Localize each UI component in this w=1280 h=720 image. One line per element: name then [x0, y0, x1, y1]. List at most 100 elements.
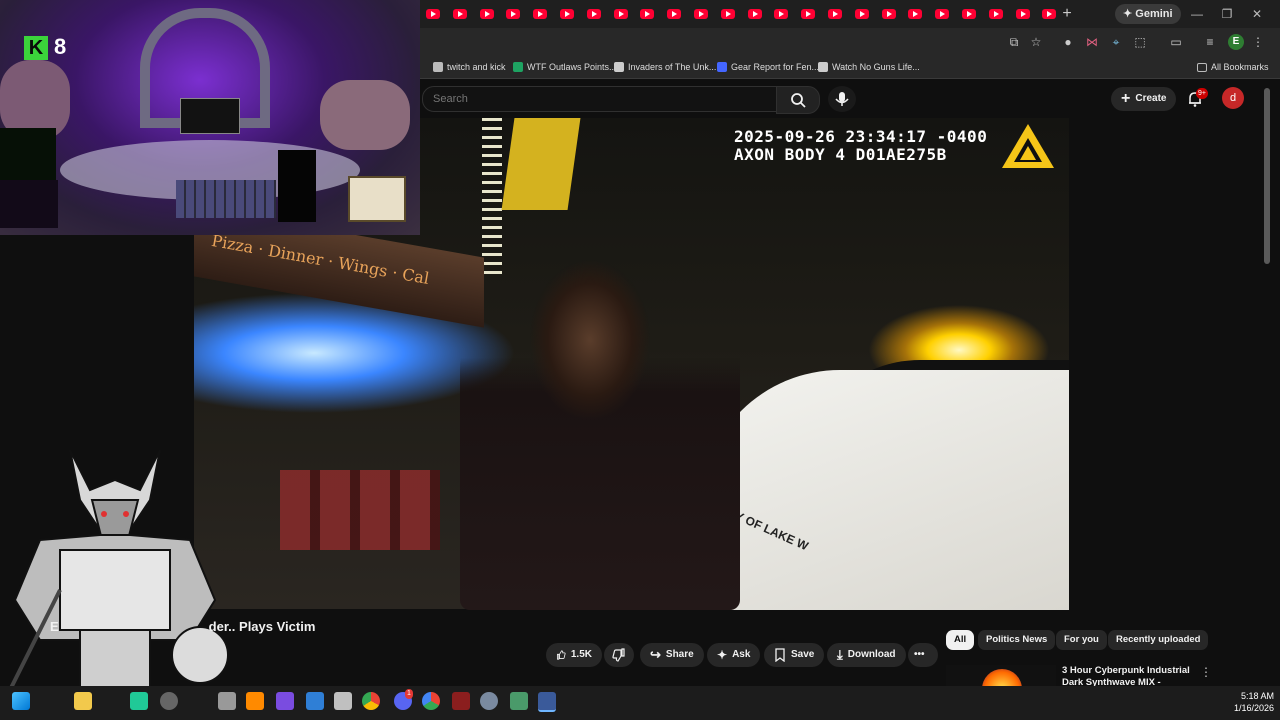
recommendation-menu-icon[interactable]: ⋮ — [1200, 665, 1212, 679]
voice-search-button[interactable] — [828, 86, 856, 112]
gemini-icon: ✦ — [1123, 8, 1133, 20]
page-scrollbar[interactable] — [1264, 88, 1270, 264]
new-tab-button[interactable]: + — [1058, 4, 1076, 24]
browser-tab[interactable] — [768, 4, 794, 24]
string-lights — [482, 118, 502, 278]
youtube-favicon-icon — [640, 9, 655, 19]
browser-tab[interactable] — [742, 4, 768, 24]
restore-button[interactable]: ❐ — [1212, 4, 1242, 24]
browser-tab[interactable] — [983, 4, 1009, 24]
browser-tab[interactable] — [849, 4, 875, 24]
browser-tab[interactable] — [715, 4, 741, 24]
save-button[interactable]: Save — [764, 643, 825, 667]
site-icon — [717, 62, 727, 72]
search-button[interactable] — [776, 86, 820, 114]
game-side-panel — [278, 150, 316, 222]
video-title-end: der.. Plays Victim — [208, 619, 316, 634]
bookmark-item[interactable]: WTF Outlaws Points... — [513, 60, 617, 74]
game-rock-right — [320, 80, 410, 150]
app-icon[interactable] — [306, 692, 324, 710]
bookmark-item[interactable]: Invaders of The Unk... — [614, 60, 716, 74]
share-icon: ↪ — [650, 647, 661, 662]
gemini-button[interactable]: ✦ Gemini — [1115, 4, 1181, 24]
account-avatar[interactable]: d — [1222, 87, 1244, 109]
app-icon[interactable] — [276, 692, 294, 710]
app-icon[interactable] — [130, 692, 148, 710]
notification-badge: 9+ — [1196, 88, 1208, 99]
browser-tab[interactable] — [581, 4, 607, 24]
filter-chip[interactable]: Politics News — [978, 630, 1056, 650]
create-button[interactable]: + Create — [1111, 87, 1177, 111]
browser-tab[interactable] — [902, 4, 928, 24]
browser-tab[interactable] — [608, 4, 634, 24]
filter-chip[interactable]: For you — [1056, 630, 1107, 650]
browser-tab[interactable] — [956, 4, 982, 24]
vlc-icon[interactable] — [246, 692, 264, 710]
bookmark-item[interactable]: twitch and kick — [433, 60, 506, 74]
recommendation-thumbnail[interactable] — [946, 665, 1056, 687]
active-app-icon[interactable] — [538, 692, 556, 712]
game-k-badge: K — [24, 36, 48, 60]
chrome-icon[interactable] — [362, 692, 380, 710]
browser-tab[interactable] — [500, 4, 526, 24]
chrome-menu-icon[interactable]: ⋮ — [1250, 34, 1266, 50]
app-icon[interactable] — [452, 692, 470, 710]
download-button[interactable]: ⤓ Download — [827, 643, 906, 667]
like-button[interactable]: 1.5K — [546, 643, 602, 667]
timestamp-line: 2025-09-26 23:34:17 -0400 — [734, 127, 988, 146]
install-app-icon[interactable]: ⧉ — [1006, 34, 1022, 50]
search-input[interactable] — [431, 90, 755, 108]
ask-label: Ask — [732, 649, 751, 660]
bookmark-label: Invaders of The Unk... — [628, 62, 717, 72]
filter-chip[interactable]: All — [946, 630, 975, 650]
browser-tab[interactable] — [929, 4, 955, 24]
bookmark-star-icon[interactable]: ☆ — [1028, 34, 1044, 50]
browser-tab[interactable] — [447, 4, 473, 24]
extensions-puzzle-icon[interactable]: ⬚ — [1132, 34, 1148, 50]
dislike-button[interactable] — [604, 643, 634, 667]
video-title: Eder.. Plays Victim — [50, 619, 315, 634]
all-bookmarks-folder[interactable]: All Bookmarks — [1197, 60, 1269, 74]
more-actions-button[interactable]: ••• — [908, 643, 938, 667]
browser-tab[interactable] — [822, 4, 848, 24]
browser-tab[interactable] — [661, 4, 687, 24]
chrome-profile-icon[interactable] — [422, 692, 440, 710]
taskbar-clock[interactable]: 5:18 AM 1/16/2026 — [1212, 690, 1274, 714]
settings-icon[interactable] — [480, 692, 498, 710]
minimize-button[interactable]: — — [1182, 4, 1212, 24]
bookmark-label: Gear Report for Fen... — [731, 62, 820, 72]
browser-tab[interactable] — [420, 4, 446, 24]
all-bookmarks-label: All Bookmarks — [1211, 62, 1269, 72]
ask-button[interactable]: ✦ Ask — [707, 643, 761, 667]
folder-icon — [1197, 62, 1207, 72]
browser-tab[interactable] — [474, 4, 500, 24]
file-explorer-icon[interactable] — [74, 692, 92, 710]
app-icon[interactable] — [334, 692, 352, 710]
profile-avatar[interactable]: E — [1228, 34, 1244, 50]
windows-start-icon[interactable] — [12, 692, 30, 710]
bookmark-item[interactable]: Gear Report for Fen... — [717, 60, 819, 74]
reading-list-icon[interactable]: ≡ — [1202, 34, 1218, 50]
browser-tab[interactable] — [688, 4, 714, 24]
clock-date: 1/16/2026 — [1233, 703, 1274, 713]
bookmark-item[interactable]: Watch No Guns Life... — [818, 60, 920, 74]
youtube-favicon-icon — [1042, 9, 1057, 19]
extension-icon[interactable]: ● — [1060, 34, 1076, 50]
app-icon[interactable] — [510, 692, 528, 710]
browser-tab[interactable] — [1010, 4, 1036, 24]
browser-tab[interactable] — [634, 4, 660, 24]
like-count: 1.5K — [570, 649, 592, 660]
app-icon[interactable] — [218, 692, 236, 710]
browser-tab[interactable] — [554, 4, 580, 24]
red-tables — [280, 470, 440, 550]
share-button[interactable]: ↪ Share — [640, 643, 704, 667]
extension-icon[interactable]: ⌖ — [1108, 34, 1124, 50]
browser-tab[interactable] — [527, 4, 553, 24]
filter-chip[interactable]: Recently uploaded — [1108, 630, 1209, 650]
browser-tab[interactable] — [876, 4, 902, 24]
browser-tab[interactable] — [795, 4, 821, 24]
app-icon[interactable] — [160, 692, 178, 710]
close-window-button[interactable]: ✕ — [1242, 4, 1272, 24]
extension-icon[interactable]: ⋈ — [1084, 34, 1100, 50]
tab-search-icon[interactable]: ▭ — [1168, 34, 1184, 50]
